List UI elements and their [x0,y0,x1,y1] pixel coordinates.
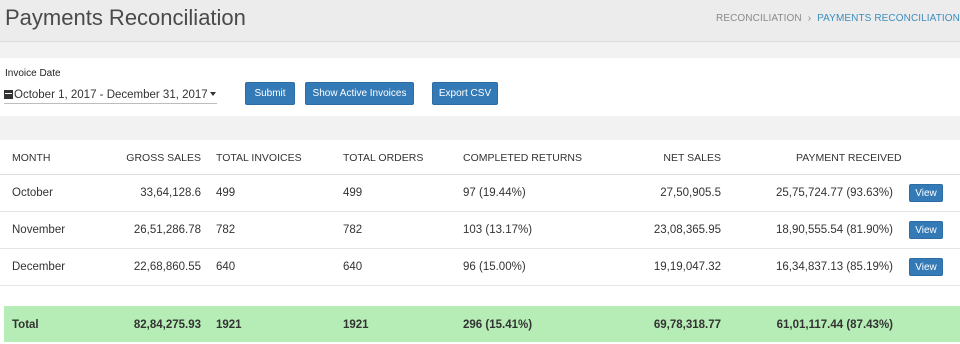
cell-completed-returns: 103 (13.17%) [463,224,533,236]
cell-month: November [12,224,66,236]
table-total-row: Total 82,84,275.93 1921 1921 296 (15.41%… [4,306,960,342]
filter-panel: Invoice Date October 1, 2017 - December … [0,58,960,116]
total-net-sales: 69,78,318.77 [653,319,721,331]
submit-button[interactable]: Submit [245,82,295,105]
total-gross-sales: 82,84,275.93 [133,319,201,331]
column-header-total-invoices: TOTAL INVOICES [216,152,302,164]
total-payment-received: 61,01,117.44 (87.43%) [776,319,893,331]
cell-total-orders: 782 [343,224,363,236]
cell-total-invoices: 640 [216,261,236,273]
table-row: November 26,51,286.78 782 782 103 (13.17… [0,212,960,249]
table-row: October 33,64,128.6 499 499 97 (19.44%) … [0,175,960,212]
table-row: December 22,68,860.55 640 640 96 (15.00%… [0,249,960,286]
view-button[interactable]: View [909,258,943,276]
total-orders: 1921 [343,319,369,331]
caret-down-icon [209,92,216,96]
total-invoices: 1921 [216,319,242,331]
breadcrumb-item-current: PAYMENTS RECONCILIATION [817,13,960,24]
column-header-net-sales: NET SALES [663,152,721,164]
breadcrumb-item-reconciliation[interactable]: RECONCILIATION [716,13,802,24]
cell-payment-received: 16,34,837.13 (85.19%) [775,261,893,273]
page-header: Payments Reconciliation RECONCILIATION › P… [0,0,960,42]
cell-total-orders: 499 [343,187,363,199]
cell-net-sales: 27,50,905.5 [660,187,721,199]
date-range-picker[interactable]: October 1, 2017 - December 31, 2017 [4,89,217,104]
cell-gross-sales: 26,51,286.78 [133,224,201,236]
cell-month: December [12,261,66,273]
cell-payment-received: 25,75,724.77 (93.63%) [775,187,893,199]
total-label: Total [12,319,39,331]
cell-gross-sales: 33,64,128.6 [140,187,201,199]
column-header-gross-sales: GROSS SALES [126,152,201,164]
show-active-invoices-button[interactable]: Show Active Invoices [305,82,414,105]
invoice-date-label: Invoice Date [5,68,61,79]
column-header-month: MONTH [12,152,51,164]
date-range-value: October 1, 2017 - December 31, 2017 [14,89,208,101]
cell-total-orders: 640 [343,261,363,273]
cell-total-invoices: 499 [216,187,236,199]
page-title: Payments Reconciliation [5,5,246,30]
breadcrumb-separator: › [807,13,812,24]
view-button[interactable]: View [909,221,943,239]
cell-net-sales: 19,19,047.32 [653,261,721,273]
column-header-completed-returns: COMPLETED RETURNS [463,152,583,164]
calendar-icon [4,90,13,99]
cell-net-sales: 23,08,365.95 [653,224,721,236]
column-header-payment-received: PAYMENT RECEIVED [796,152,902,164]
cell-completed-returns: 96 (15.00%) [463,261,526,273]
cell-total-invoices: 782 [216,224,236,236]
table-header-row: MONTH GROSS SALES TOTAL INVOICES TOTAL O… [0,140,960,175]
view-button[interactable]: View [909,184,943,202]
cell-gross-sales: 22,68,860.55 [133,261,201,273]
column-header-total-orders: TOTAL ORDERS [343,152,424,164]
cell-completed-returns: 97 (19.44%) [463,187,526,199]
breadcrumb: RECONCILIATION › PAYMENTS RECONCILIATION [716,13,960,24]
cell-month: October [12,187,53,199]
export-csv-button[interactable]: Export CSV [432,82,498,105]
cell-payment-received: 18,90,555.54 (81.90%) [775,224,893,236]
total-completed-returns: 296 (15.41%) [463,319,533,331]
